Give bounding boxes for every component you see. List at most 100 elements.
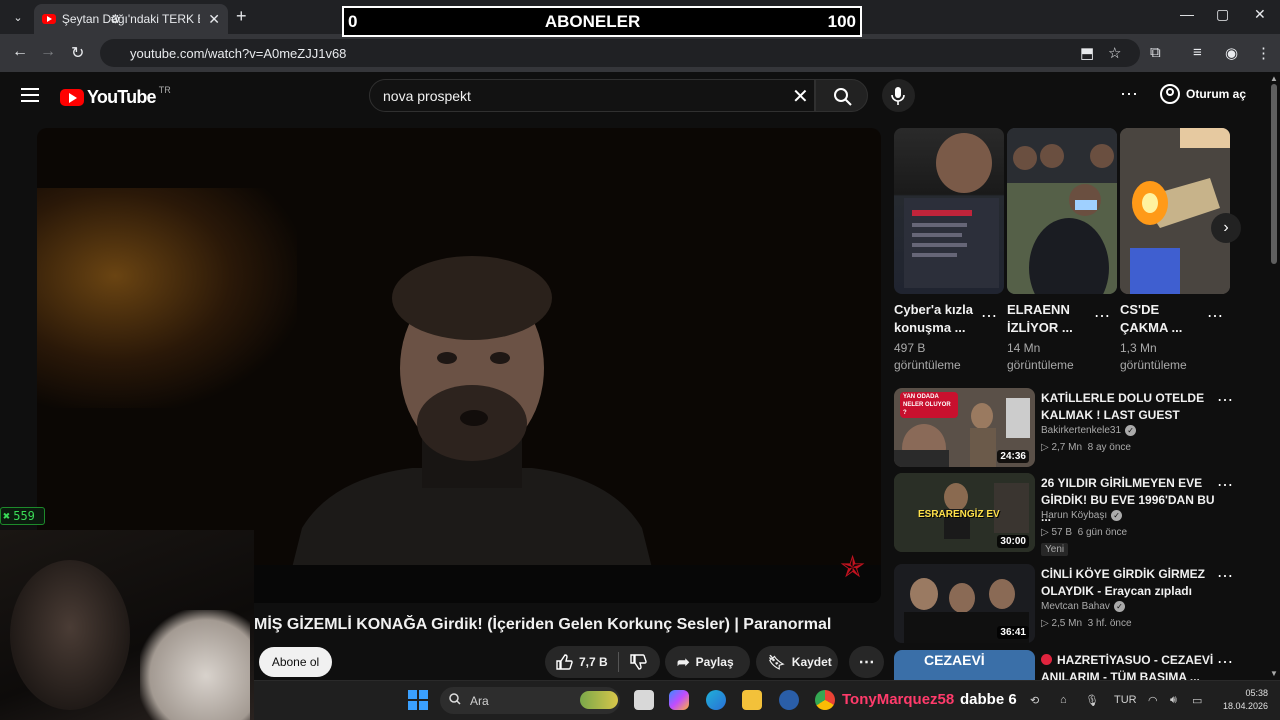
recommended-menu-icon[interactable]: ⋯ bbox=[1217, 566, 1233, 586]
chat-username: TonyMarquez58 bbox=[842, 691, 955, 708]
recommended-video[interactable]: CEZAEVİ HAZRETİYASUO - CEZAEVİ ANILARIM … bbox=[894, 650, 1234, 680]
minimize-button[interactable]: — bbox=[1180, 6, 1194, 22]
share-button[interactable]: ➦ Paylaş bbox=[665, 646, 750, 678]
counter-icon: ✖ bbox=[3, 509, 11, 523]
view-count: 57 B bbox=[1051, 527, 1073, 538]
steam-icon[interactable] bbox=[779, 690, 799, 710]
short-title[interactable]: ELRAENN İZLİYOR ... bbox=[1007, 301, 1097, 337]
short-thumbnail[interactable] bbox=[1007, 128, 1117, 294]
short-views: 14 Mn görüntüleme bbox=[1007, 341, 1074, 372]
clear-search-icon[interactable]: ✕ bbox=[792, 84, 809, 109]
chrome-icon[interactable] bbox=[815, 690, 835, 710]
extensions-icon[interactable]: ⧉ bbox=[1150, 44, 1161, 61]
voice-search-button[interactable] bbox=[882, 79, 915, 112]
recommended-menu-icon[interactable]: ⋯ bbox=[1217, 475, 1233, 495]
guide-menu-icon[interactable] bbox=[21, 88, 39, 102]
verified-icon: ✓ bbox=[1113, 601, 1125, 612]
recommended-menu-icon[interactable]: ⋯ bbox=[1217, 390, 1233, 410]
short-thumbnail[interactable] bbox=[1120, 128, 1230, 294]
youtube-logo-text: YouTube bbox=[87, 87, 157, 107]
clock-date: 18.04.2026 bbox=[1222, 701, 1268, 711]
video-duration: 36:41 bbox=[997, 626, 1029, 639]
youtube-play-icon bbox=[60, 89, 84, 106]
tab-search-button[interactable]: ⌄ bbox=[8, 7, 28, 27]
user-icon bbox=[1160, 84, 1180, 104]
search-highlight-icon[interactable] bbox=[580, 691, 618, 709]
short-menu-icon[interactable]: ⋯ bbox=[1094, 306, 1110, 326]
profile-icon[interactable]: ◉ bbox=[1225, 44, 1238, 62]
country-code: TR bbox=[158, 84, 171, 95]
site-info-icon[interactable]: ⚙ bbox=[110, 12, 121, 26]
short-menu-icon[interactable]: ⋯ bbox=[981, 306, 997, 326]
settings-more-icon[interactable]: ⋯ bbox=[1120, 84, 1139, 105]
more-actions-button[interactable]: ⋯ bbox=[849, 646, 884, 678]
like-button[interactable]: 7,7 B bbox=[545, 646, 618, 678]
video-thumbnail[interactable]: ESRARENGİZ EV 30:00 bbox=[894, 473, 1035, 552]
recommended-title[interactable]: CİNLİ KÖYE GİRDİK GİRMEZ OLAYDIK - Erayc… bbox=[1041, 566, 1216, 600]
tray-app-icon[interactable]: ⌂ bbox=[1060, 694, 1067, 706]
recommended-title[interactable]: KATİLLERLE DOLU OTELDE KALMAK ! LAST GUE… bbox=[1041, 390, 1216, 424]
maximize-button[interactable]: ▢ bbox=[1216, 6, 1229, 23]
sign-in-button[interactable]: Oturum aç bbox=[1160, 84, 1246, 104]
chat-message: dabbe 6 bbox=[960, 691, 1017, 708]
short-title[interactable]: CS'DE ÇAKMA ... bbox=[1120, 301, 1210, 337]
scrollbar-thumb[interactable] bbox=[1271, 84, 1277, 264]
thumbs-down-icon bbox=[629, 654, 647, 670]
page-scrollbar[interactable]: ▲ ▼ bbox=[1268, 72, 1280, 680]
edge-icon[interactable] bbox=[706, 690, 726, 710]
file-explorer-icon[interactable] bbox=[742, 690, 762, 710]
browser-tab-active[interactable]: Şeytan Dağı'ndaki TERK EDİLMİ ✕ bbox=[34, 4, 228, 34]
recommended-video[interactable]: ESRARENGİZ EV 30:00 26 YILDIR GİRİLMEYEN… bbox=[894, 473, 1234, 556]
recommended-video[interactable]: YAN ODADA NELER OLUYOR ? 24:36 KATİLLERL… bbox=[894, 388, 1234, 468]
recommended-video[interactable]: 36:41 CİNLİ KÖYE GİRDİK GİRMEZ OLAYDIK -… bbox=[894, 564, 1234, 644]
search-input[interactable]: nova prospekt bbox=[369, 79, 815, 112]
video-title: MİŞ GİZEMLİ KONAĞA Girdik! (İçeriden Gel… bbox=[254, 616, 832, 633]
dislike-button[interactable] bbox=[619, 646, 657, 678]
channel-name: Bakirkertenkele31 bbox=[1041, 425, 1122, 436]
search-button[interactable] bbox=[815, 79, 868, 112]
video-thumbnail[interactable]: 36:41 bbox=[894, 564, 1035, 643]
language-indicator[interactable]: TUR bbox=[1114, 694, 1137, 706]
subscribe-button[interactable]: Abone ol bbox=[259, 647, 332, 677]
windows-start-icon[interactable] bbox=[408, 690, 428, 710]
recommended-channel[interactable]: Harun Köybaşı ✓ bbox=[1041, 510, 1123, 521]
forward-arrow-icon[interactable]: → bbox=[40, 43, 56, 61]
reload-icon[interactable]: ↻ bbox=[71, 43, 84, 63]
recommended-channel[interactable]: Bakirkertenkele31 ✓ bbox=[1041, 425, 1137, 436]
battery-icon[interactable]: ▭ bbox=[1192, 694, 1202, 707]
counter-value: 559 bbox=[13, 509, 35, 523]
youtube-logo[interactable]: YouTube TR bbox=[60, 84, 171, 108]
system-clock[interactable]: 05:38 18.04.2026 bbox=[1216, 687, 1268, 713]
short-thumbnail[interactable] bbox=[894, 128, 1004, 294]
recommended-channel[interactable]: Mevtcan Bahav ✓ bbox=[1041, 601, 1125, 612]
volume-icon[interactable]: 🔊︎ bbox=[1170, 694, 1177, 707]
recommended-title[interactable]: HAZRETİYASUO - CEZAEVİ ANILARIM - TÜM BA… bbox=[1041, 652, 1216, 680]
short-menu-icon[interactable]: ⋯ bbox=[1207, 306, 1223, 326]
microphone-tray-icon[interactable]: 🎙︎ bbox=[1085, 694, 1099, 707]
save-button[interactable]: 🔖︎ Kaydet bbox=[756, 646, 838, 678]
browser-menu-icon[interactable]: ⋮ bbox=[1256, 44, 1271, 62]
share-arrow-icon: ➦ bbox=[677, 654, 690, 671]
video-thumbnail[interactable]: YAN ODADA NELER OLUYOR ? 24:36 bbox=[894, 388, 1035, 467]
video-thumbnail[interactable]: CEZAEVİ bbox=[894, 650, 1035, 680]
video-frame-person bbox=[283, 256, 661, 603]
close-tab-icon[interactable]: ✕ bbox=[208, 11, 220, 28]
media-control-icon[interactable]: ≡ bbox=[1193, 44, 1202, 61]
shorts-next-button[interactable]: › bbox=[1211, 213, 1241, 243]
wifi-icon[interactable]: ◠ bbox=[1148, 694, 1158, 707]
bookmark-star-icon[interactable]: ☆ bbox=[1108, 44, 1121, 62]
copilot-icon[interactable] bbox=[669, 690, 689, 710]
back-arrow-icon[interactable]: ← bbox=[12, 43, 28, 61]
network-icon[interactable]: ⟲ bbox=[1030, 694, 1039, 707]
short-title[interactable]: Cyber'a kızla konuşma ... bbox=[894, 301, 984, 337]
recommended-menu-icon[interactable]: ⋯ bbox=[1217, 652, 1233, 672]
task-view-icon[interactable] bbox=[634, 690, 654, 710]
url-bar[interactable]: youtube.com/watch?v=A0meZJJ1v68 bbox=[100, 39, 1140, 67]
close-window-button[interactable]: ✕ bbox=[1254, 6, 1266, 23]
thumbs-up-icon bbox=[556, 654, 573, 670]
bookmark-icon: 🔖︎ bbox=[768, 653, 786, 670]
new-tab-button[interactable]: + bbox=[236, 6, 247, 27]
install-app-icon[interactable]: ⬒ bbox=[1080, 44, 1094, 62]
subscriber-goal-overlay: 0 ABONELER 100 bbox=[342, 6, 862, 37]
like-count: 7,7 B bbox=[579, 655, 608, 669]
